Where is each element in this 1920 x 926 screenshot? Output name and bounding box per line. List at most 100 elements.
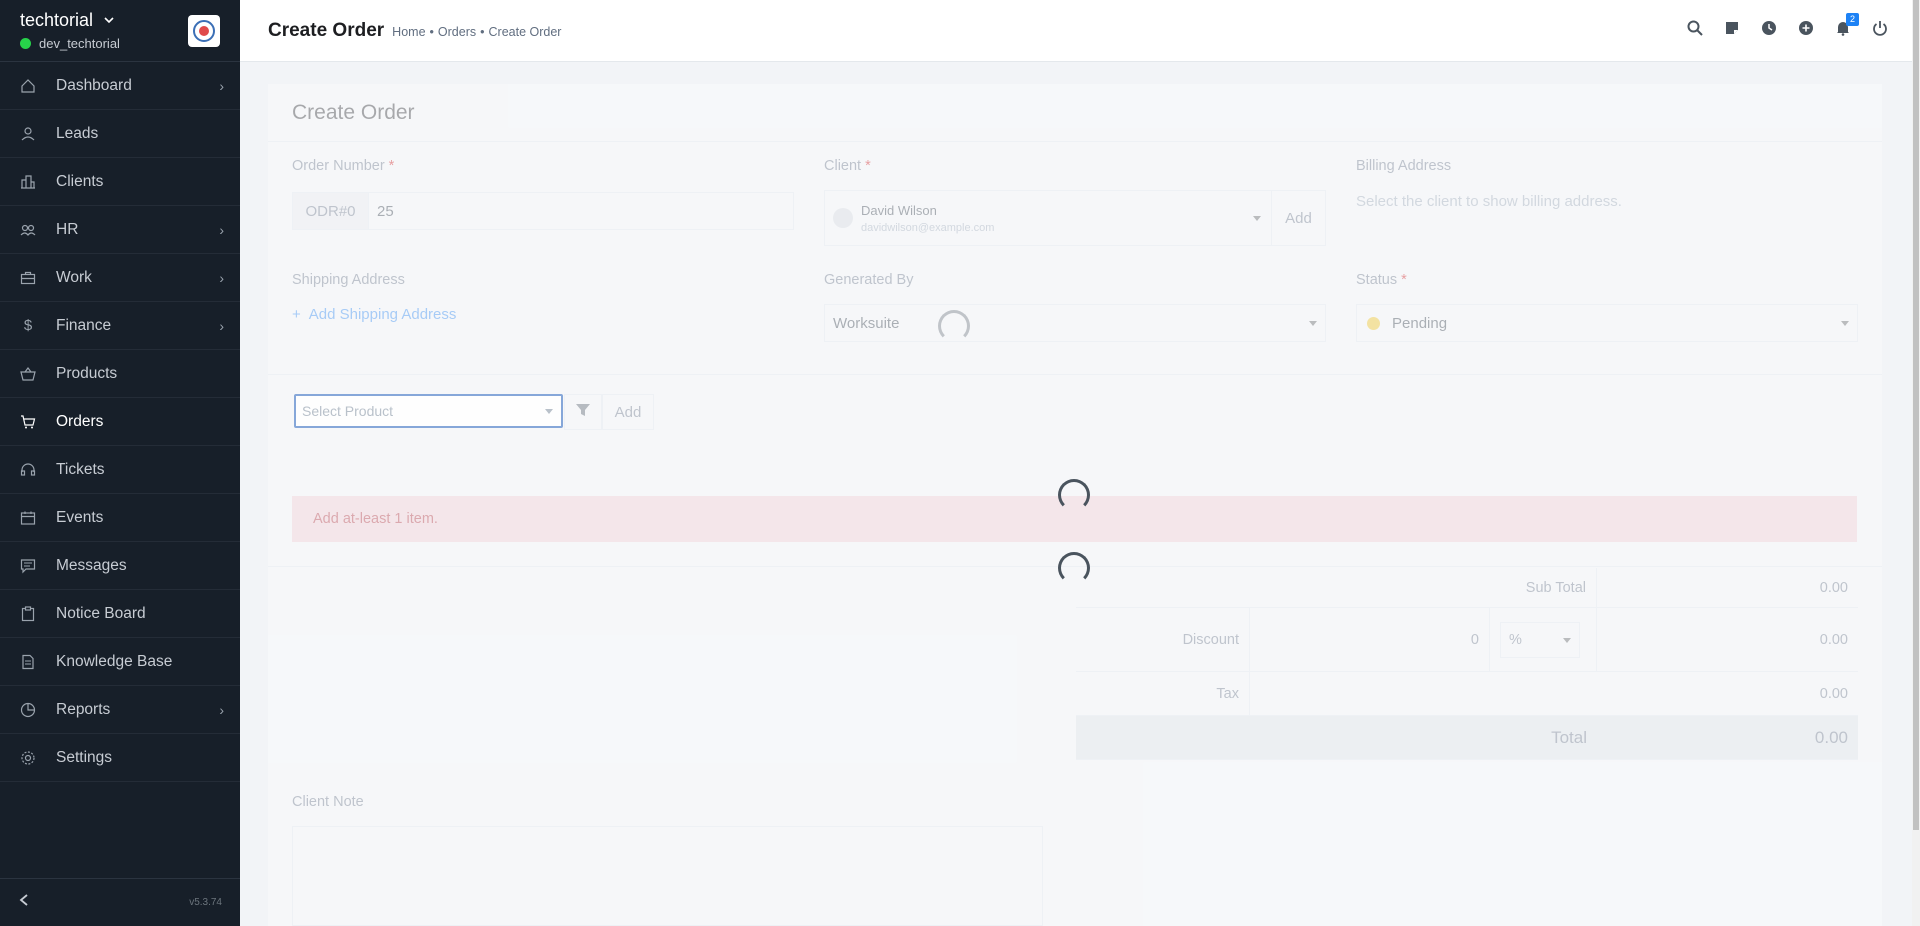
client-email: davidwilson@example.com [861, 221, 995, 234]
scrollbar-thumb[interactable] [1913, 0, 1919, 830]
chevron-down-icon [545, 409, 553, 414]
chevron-down-icon [1563, 637, 1571, 643]
sidebar-item-tickets[interactable]: Tickets [0, 446, 240, 494]
bell-icon[interactable]: 2 [1835, 13, 1859, 36]
discount-label: Discount [1076, 608, 1250, 671]
sidebar-footer: v5.3.74 [0, 878, 240, 926]
clock-icon[interactable] [1761, 20, 1777, 36]
discount-type-box[interactable]: % [1500, 621, 1580, 658]
sidebar-item-notice-board[interactable]: Notice Board [0, 590, 240, 638]
sidebar-item-label: Clients [56, 172, 104, 190]
sidebar-item-label: Notice Board [56, 604, 146, 622]
sidebar: techtorial dev_techtorial Dashboard › Le… [0, 0, 240, 926]
search-icon[interactable] [1687, 20, 1703, 36]
sidebar-item-label: Knowledge Base [56, 652, 173, 670]
status-value: Pending [1392, 314, 1448, 332]
sidebar-item-finance[interactable]: $ Finance › [0, 302, 240, 350]
status-dot-icon [1367, 316, 1380, 330]
plus-icon: + [292, 306, 301, 323]
sidebar-item-label: Orders [56, 412, 104, 430]
sidebar-item-knowledge-base[interactable]: Knowledge Base [0, 638, 240, 686]
sidebar-item-work[interactable]: Work › [0, 254, 240, 302]
person-icon [20, 126, 36, 142]
piechart-icon [20, 702, 36, 718]
add-client-button[interactable]: Add [1271, 191, 1325, 245]
client-name: David Wilson [861, 202, 937, 218]
company-logo[interactable] [188, 14, 220, 47]
discount-type-select[interactable]: % [1490, 608, 1597, 671]
user-status: dev_techtorial [20, 36, 120, 51]
subtotal-label: Sub Total [1076, 568, 1597, 607]
totals-table: Sub Total 0.00 Discount 0 % 0.00 Tax 0.0… [1076, 568, 1858, 760]
collapse-sidebar-icon[interactable] [18, 893, 30, 912]
sidebar-item-dashboard[interactable]: Dashboard › [0, 62, 240, 110]
sidebar-item-label: HR [56, 220, 79, 238]
discount-value: 0.00 [1819, 631, 1848, 648]
sidebar-item-label: Work [56, 268, 92, 286]
client-note-label: Client Note [292, 794, 364, 810]
add-product-button[interactable]: Add [602, 394, 654, 430]
sidebar-item-label: Events [56, 508, 104, 526]
briefcase-icon [20, 270, 36, 286]
chevron-down-icon [1841, 321, 1849, 326]
clipboard-icon [20, 605, 36, 622]
sidebar-item-label: Products [56, 364, 118, 382]
client-note-textarea[interactable] [292, 826, 1043, 926]
chevron-down-icon [1309, 321, 1317, 326]
basket-icon [20, 366, 36, 382]
sidebar-item-hr[interactable]: HR › [0, 206, 240, 254]
total-value: 0.00 [1814, 727, 1848, 747]
top-header: Create Order Home • Orders • Create Orde… [240, 0, 1912, 62]
billing-address-hint: Select the client to show billing addres… [1356, 193, 1622, 210]
sidebar-item-label: Finance [56, 316, 112, 334]
tax-label: Tax [1076, 672, 1250, 715]
order-number-field[interactable]: ODR#0 25 [292, 192, 794, 230]
breadcrumb-home[interactable]: Home [392, 25, 425, 39]
username: dev_techtorial [39, 36, 120, 51]
sidebar-item-settings[interactable]: Settings [0, 734, 240, 782]
chevron-right-icon: › [219, 317, 224, 334]
generated-by-select[interactable]: Worksuite [824, 304, 1326, 342]
divider [268, 374, 1882, 375]
status-label: Status * [1356, 272, 1407, 288]
card-title: Create Order [268, 84, 1882, 142]
select-product-placeholder: Select Product [302, 403, 394, 419]
page-scrollbar[interactable] [1912, 0, 1920, 926]
sidebar-item-orders[interactable]: Orders [0, 398, 240, 446]
sidebar-item-leads[interactable]: Leads [0, 110, 240, 158]
add-shipping-address-link[interactable]: + Add Shipping Address [292, 306, 456, 323]
client-select[interactable]: David Wilson davidwilson@example.com Add [824, 190, 1326, 246]
plus-circle-icon[interactable] [1798, 20, 1814, 36]
chevron-right-icon: › [219, 77, 224, 94]
loading-spinner [1058, 552, 1090, 584]
billing-address-label: Billing Address [1356, 158, 1452, 174]
sidebar-item-messages[interactable]: Messages [0, 542, 240, 590]
sidebar-item-events[interactable]: Events [0, 494, 240, 542]
people-icon [20, 222, 36, 238]
sticky-note-icon[interactable] [1724, 20, 1740, 36]
sidebar-item-products[interactable]: Products [0, 350, 240, 398]
generated-by-value: Worksuite [833, 314, 900, 332]
chevron-down-icon[interactable] [103, 10, 115, 31]
chevron-right-icon: › [219, 701, 224, 718]
discount-input[interactable]: 0 [1250, 608, 1490, 671]
subtotal-value: 0.00 [1819, 579, 1848, 596]
sidebar-item-label: Dashboard [56, 76, 132, 94]
building-icon [20, 174, 36, 190]
status-select[interactable]: Pending [1356, 304, 1858, 342]
total-row: Total 0.00 [1076, 716, 1858, 760]
discount-type-value: % [1509, 631, 1522, 648]
sidebar-item-clients[interactable]: Clients [0, 158, 240, 206]
header-actions: 2 [1687, 13, 1888, 36]
sidebar-item-reports[interactable]: Reports › [0, 686, 240, 734]
sidebar-item-label: Messages [56, 556, 127, 574]
company-name: techtorial [20, 10, 94, 30]
brand-header[interactable]: techtorial dev_techtorial [0, 0, 240, 62]
filter-button[interactable] [564, 394, 602, 430]
power-icon[interactable] [1872, 20, 1888, 36]
select-product-dropdown[interactable]: Select Product [294, 394, 563, 428]
breadcrumb-orders[interactable]: Orders [438, 25, 476, 39]
chat-icon [20, 558, 36, 574]
breadcrumb-separator: • [429, 24, 434, 39]
order-number-value[interactable]: 25 [369, 203, 394, 220]
